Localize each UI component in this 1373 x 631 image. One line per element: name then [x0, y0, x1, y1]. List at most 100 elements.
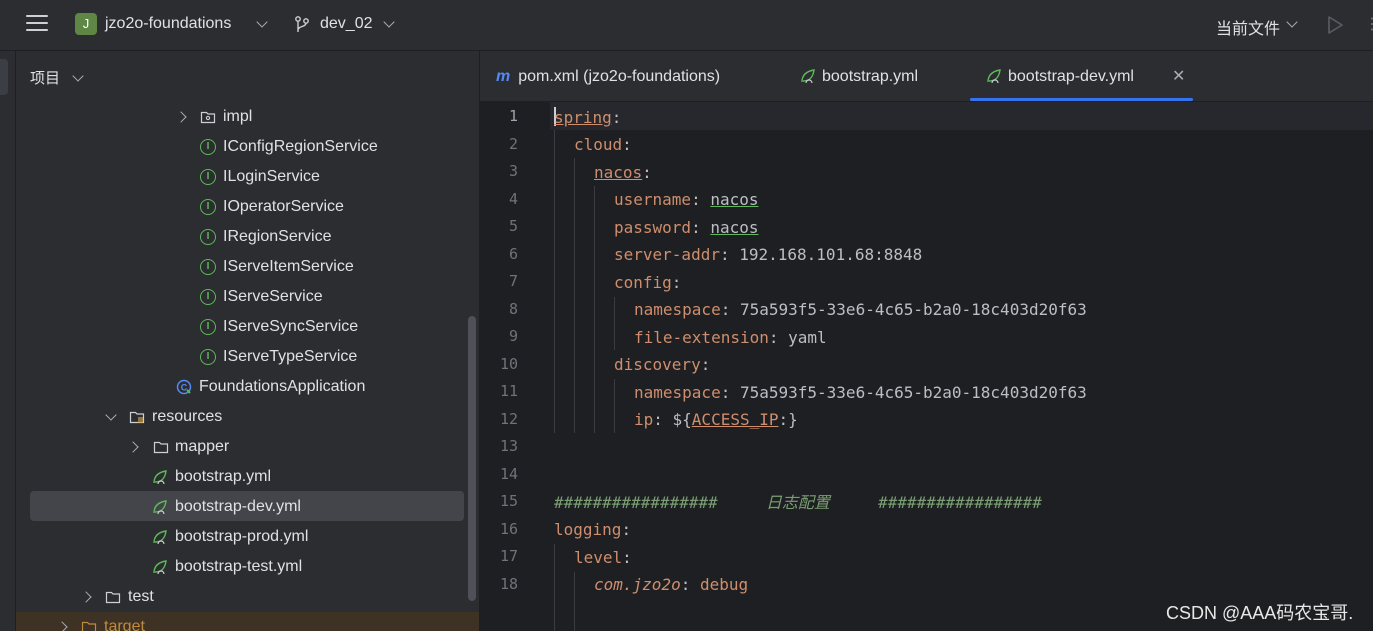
code-line[interactable]: discovery:: [614, 351, 710, 378]
folder-icon: [153, 441, 169, 454]
yaml-separator: :: [611, 108, 622, 127]
interface-icon: I: [200, 169, 216, 185]
yaml-separator: :: [621, 520, 632, 539]
tab-pom-xml[interactable]: m pom.xml (jzo2o-foundations): [496, 51, 720, 101]
tree-item-label: impl: [223, 108, 253, 125]
chevron-down-icon[interactable]: [1286, 16, 1298, 28]
yaml-separator: :: [622, 135, 632, 154]
tab-label: bootstrap.yml: [822, 68, 919, 85]
close-icon[interactable]: ✕: [1172, 66, 1185, 86]
project-name[interactable]: jzo2o-foundations: [105, 15, 231, 33]
branch-icon[interactable]: [294, 16, 310, 34]
package-folder-icon: [200, 111, 216, 124]
spring-yaml-icon: [153, 470, 167, 485]
chevron-right-icon[interactable]: [127, 441, 139, 453]
code-line[interactable]: namespace: 75a593f5-33e6-4c65-b2a0-18c40…: [634, 296, 1087, 323]
folder-icon: [105, 591, 121, 604]
watermark: CSDN @AAA码农宝哥.: [1166, 603, 1354, 623]
tree-item[interactable]: C FoundationsApplication: [16, 372, 479, 402]
tree-item-label: bootstrap.yml: [175, 468, 272, 485]
code-line[interactable]: username: nacos: [614, 186, 759, 213]
code-line[interactable]: config:: [614, 269, 681, 296]
tree-item-label: IServeSyncService: [223, 318, 359, 335]
code-line[interactable]: cloud:: [574, 131, 632, 158]
chevron-down-icon[interactable]: [256, 16, 268, 28]
chevron-right-icon[interactable]: [56, 621, 68, 631]
tree-item[interactable]: bootstrap-prod.yml: [16, 522, 479, 552]
run-icon[interactable]: [1326, 15, 1344, 35]
tree-item[interactable]: impl: [16, 102, 479, 132]
yaml-value: yaml: [788, 328, 827, 347]
chevron-down-icon[interactable]: [72, 70, 84, 82]
tree-item[interactable]: target: [16, 612, 479, 631]
tree-item[interactable]: I IRegionService: [16, 222, 479, 252]
yaml-separator: :: [680, 575, 700, 594]
code-line[interactable]: level:: [574, 544, 632, 571]
tree-item-selected[interactable]: bootstrap-dev.yml: [16, 492, 479, 522]
env-variable-link[interactable]: ACCESS_IP: [692, 410, 779, 429]
project-badge[interactable]: J: [75, 13, 97, 35]
current-line-highlight: [550, 102, 1373, 130]
tree-item-label: resources: [152, 408, 223, 425]
yaml-separator: :: [653, 410, 673, 429]
spring-boot-app-icon: C: [176, 379, 192, 395]
tree-item[interactable]: I IServeTypeService: [16, 342, 479, 372]
tree-item[interactable]: I IOperatorService: [16, 192, 479, 222]
chevron-right-icon[interactable]: [175, 111, 187, 123]
tree-item-label: bootstrap-test.yml: [175, 558, 303, 575]
panel-title[interactable]: 项目: [30, 67, 60, 88]
chevron-right-icon[interactable]: [80, 591, 92, 603]
line-number: 16: [499, 520, 518, 538]
code-line[interactable]: nacos:: [594, 159, 652, 186]
spring-yaml-icon: [987, 69, 1001, 84]
project-tool-button[interactable]: [0, 59, 8, 95]
code-comment[interactable]: ################# 日志配置 #################: [554, 489, 1042, 516]
code-line[interactable]: file-extension: yaml: [634, 324, 827, 351]
tree-item-label: mapper: [175, 438, 230, 455]
chevron-down-icon[interactable]: [383, 16, 395, 28]
indent-guide: [554, 130, 555, 433]
yaml-separator: :: [720, 300, 740, 319]
title-bar: J jzo2o-foundations dev_02 当前文件 ⋮: [0, 0, 1373, 51]
tree-item[interactable]: mapper: [16, 432, 479, 462]
code-line[interactable]: password: nacos: [614, 214, 759, 241]
branch-name[interactable]: dev_02: [320, 15, 373, 33]
current-file-selector[interactable]: 当前文件: [1216, 15, 1280, 39]
tree-item[interactable]: I IServeService: [16, 282, 479, 312]
more-icon[interactable]: ⋮: [1364, 14, 1373, 34]
tree-item[interactable]: bootstrap-test.yml: [16, 552, 479, 582]
yaml-key: spring: [554, 108, 612, 127]
tree-item[interactable]: I IServeSyncService: [16, 312, 479, 342]
code-line[interactable]: namespace: 75a593f5-33e6-4c65-b2a0-18c40…: [634, 379, 1087, 406]
yaml-key: level: [574, 548, 623, 567]
line-number: 10: [499, 355, 518, 373]
hamburger-menu-icon[interactable]: [26, 15, 48, 33]
code-line[interactable]: spring:: [554, 104, 621, 131]
tree-item-label: FoundationsApplication: [199, 378, 366, 395]
interface-icon: I: [200, 289, 216, 305]
tree-item[interactable]: I IConfigRegionService: [16, 132, 479, 162]
line-number: 8: [508, 300, 518, 318]
spring-yaml-icon: [801, 69, 815, 84]
code-editor[interactable]: 1 2 3 4 5 6 7 8 9 10 11 12 13 14 15 16 1…: [480, 102, 1373, 631]
tab-bootstrap-dev-yml[interactable]: bootstrap-dev.yml: [986, 51, 1134, 101]
yaml-key: namespace: [634, 383, 721, 402]
line-number: 2: [508, 135, 518, 153]
code-line[interactable]: com.jzo2o: debug: [594, 571, 748, 598]
yaml-key: ip: [634, 410, 654, 429]
tab-bootstrap-yml[interactable]: bootstrap.yml: [800, 51, 918, 101]
scrollbar-thumb[interactable]: [468, 316, 476, 601]
project-panel: 项目 impl I IConfigRegionService I ILoginS…: [16, 51, 480, 631]
code-line[interactable]: logging:: [554, 516, 631, 543]
tree-item[interactable]: I IServeItemService: [16, 252, 479, 282]
yaml-separator: :: [691, 218, 711, 237]
chevron-down-icon[interactable]: [105, 409, 117, 421]
yaml-separator: :: [768, 328, 789, 347]
tree-item[interactable]: I ILoginService: [16, 162, 479, 192]
yaml-key: com.jzo2o: [594, 575, 681, 594]
tree-item[interactable]: resources: [16, 402, 479, 432]
code-line[interactable]: server-addr: 192.168.101.68:8848: [614, 241, 922, 268]
code-line[interactable]: ip: ${ACCESS_IP:}: [634, 406, 798, 433]
tree-item[interactable]: test: [16, 582, 479, 612]
tree-item[interactable]: bootstrap.yml: [16, 462, 479, 492]
